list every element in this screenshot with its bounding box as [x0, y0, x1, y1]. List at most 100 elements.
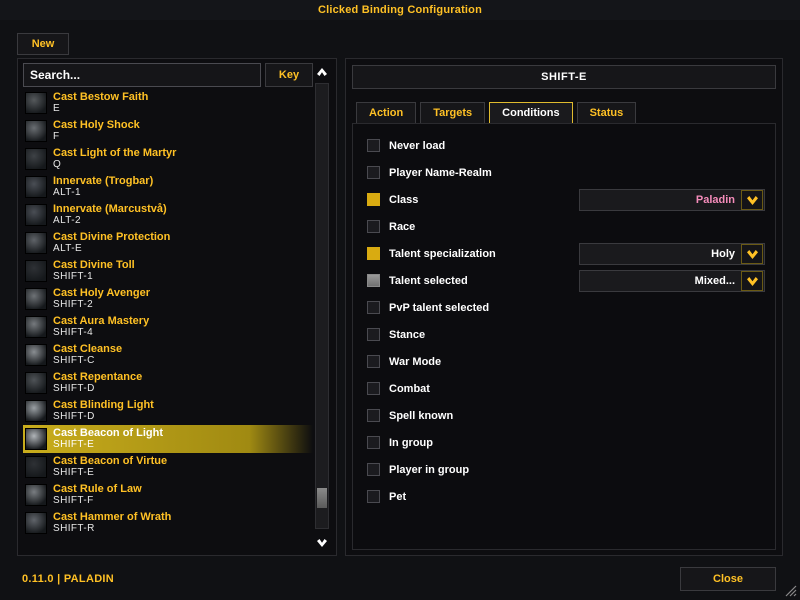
binding-row[interactable]: Cast Divine ProtectionALT-E — [23, 229, 313, 257]
binding-row[interactable]: Cast Holy AvengerSHIFT-2 — [23, 285, 313, 313]
binding-name: Cast Beacon of Light — [53, 428, 163, 440]
condition-row: Race — [353, 213, 777, 240]
condition-label: Combat — [389, 383, 430, 395]
condition-label: War Mode — [389, 356, 441, 368]
tab-conditions[interactable]: Conditions — [489, 102, 572, 124]
tab-label: Conditions — [502, 107, 559, 119]
dropdown-value: Holy — [711, 248, 735, 260]
checkbox-in-group[interactable] — [367, 436, 380, 449]
binding-keybind: SHIFT-E — [53, 440, 163, 451]
condition-row: Player Name-Realm — [353, 159, 777, 186]
checkbox-player-in-group[interactable] — [367, 463, 380, 476]
binding-row-selected[interactable]: Cast Beacon of LightSHIFT-E — [23, 425, 313, 453]
checkbox-stance[interactable] — [367, 328, 380, 341]
binding-row[interactable]: Cast Beacon of VirtueSHIFT-E — [23, 453, 313, 481]
binding-name: Cast Hammer of Wrath — [53, 512, 171, 524]
checkbox-never-load[interactable] — [367, 139, 380, 152]
spell-icon-unknown — [25, 456, 47, 478]
binding-row[interactable]: Cast RepentanceSHIFT-D — [23, 369, 313, 397]
scrollbar-thumb[interactable] — [317, 488, 327, 508]
chevron-down-icon — [746, 249, 759, 259]
condition-row: Stance — [353, 321, 777, 348]
bindings-list[interactable]: Cast Bestow FaithECast Holy ShockFCast L… — [23, 89, 313, 551]
binding-row[interactable]: Cast Bestow FaithE — [23, 89, 313, 117]
condition-label: Player Name-Realm — [389, 167, 492, 179]
binding-keybind: Q — [53, 160, 176, 171]
dropdown-talent-specialization[interactable]: Holy — [579, 243, 765, 265]
chevron-down-icon — [316, 538, 328, 547]
checkbox-player-name-realm[interactable] — [367, 166, 380, 179]
checkbox-pet[interactable] — [367, 490, 380, 503]
checkbox-spell-known[interactable] — [367, 409, 380, 422]
dropdown-toggle[interactable] — [741, 271, 763, 291]
binding-keybind: SHIFT-F — [53, 496, 142, 507]
binding-row[interactable]: Cast Aura MasterySHIFT-4 — [23, 313, 313, 341]
checkbox-class[interactable] — [367, 193, 380, 206]
spell-icon-divine-protection — [25, 232, 47, 254]
spell-icon-unknown — [25, 260, 47, 282]
checkbox-pvp-talent-selected[interactable] — [367, 301, 380, 314]
dropdown-toggle[interactable] — [741, 244, 763, 264]
spell-icon-repentance — [25, 372, 47, 394]
condition-label: Never load — [389, 140, 445, 152]
dropdown-toggle[interactable] — [741, 190, 763, 210]
condition-label: Talent selected — [389, 275, 468, 287]
binding-row[interactable]: Cast Light of the MartyrQ — [23, 145, 313, 173]
conditions-tab-panel: Never loadPlayer Name-RealmClassPaladinR… — [352, 123, 776, 550]
condition-row: Spell known — [353, 402, 777, 429]
window-titlebar: Clicked Binding Configuration — [0, 0, 800, 20]
scroll-down-button[interactable] — [313, 533, 331, 551]
binding-keybind: F — [53, 132, 140, 143]
condition-row: In group — [353, 429, 777, 456]
binding-name: Cast Cleanse — [53, 344, 122, 356]
binding-keybind: SHIFT-2 — [53, 300, 150, 311]
resize-grip-icon[interactable] — [783, 583, 797, 597]
checkbox-talent-selected[interactable] — [367, 274, 380, 287]
search-row: Key — [23, 63, 313, 87]
binding-row[interactable]: Cast Hammer of WrathSHIFT-R — [23, 509, 313, 537]
close-button[interactable]: Close — [680, 567, 776, 591]
binding-key-header: SHIFT-E — [352, 65, 776, 89]
checkbox-war-mode[interactable] — [367, 355, 380, 368]
binding-row[interactable]: Cast Rule of LawSHIFT-F — [23, 481, 313, 509]
bindings-scrollbar[interactable] — [313, 63, 331, 551]
tab-label: Status — [590, 107, 624, 119]
condition-row: Combat — [353, 375, 777, 402]
binding-name: Innervate (Marcustvå) — [53, 204, 167, 216]
detail-tab-strip[interactable]: Action Targets Conditions Status — [356, 102, 636, 124]
checkbox-race[interactable] — [367, 220, 380, 233]
spell-icon-hammer-of-wrath — [25, 512, 47, 534]
condition-label: In group — [389, 437, 433, 449]
binding-row[interactable]: Cast Holy ShockF — [23, 117, 313, 145]
checkbox-talent-specialization[interactable] — [367, 247, 380, 260]
binding-row[interactable]: Cast Divine TollSHIFT-1 — [23, 257, 313, 285]
dropdown-talent-selected[interactable]: Mixed... — [579, 270, 765, 292]
binding-key-label: SHIFT-E — [541, 71, 587, 83]
tab-label: Targets — [433, 107, 472, 119]
tab-targets[interactable]: Targets — [420, 102, 485, 124]
binding-keybind: E — [53, 104, 148, 115]
dropdown-class[interactable]: Paladin — [579, 189, 765, 211]
page-title: Clicked Binding Configuration — [318, 4, 482, 16]
binding-keybind: SHIFT-E — [53, 468, 167, 479]
binding-row[interactable]: Innervate (Marcustvå)ALT-2 — [23, 201, 313, 229]
tab-action[interactable]: Action — [356, 102, 416, 124]
spell-icon-bestow-faith — [25, 92, 47, 114]
spell-icon-rule-of-law — [25, 484, 47, 506]
scrollbar-track[interactable] — [315, 83, 329, 529]
binding-keybind: SHIFT-D — [53, 412, 154, 423]
condition-row: Talent specializationHoly — [353, 240, 777, 267]
search-input[interactable] — [23, 63, 261, 87]
new-binding-button[interactable]: New — [17, 33, 69, 55]
condition-row: Player in group — [353, 456, 777, 483]
tab-status[interactable]: Status — [577, 102, 637, 124]
scroll-up-button[interactable] — [313, 63, 331, 81]
binding-row[interactable]: Innervate (Trogbar)ALT-1 — [23, 173, 313, 201]
binding-row[interactable]: Cast Blinding LightSHIFT-D — [23, 397, 313, 425]
spell-icon-light-of-the-martyr — [25, 148, 47, 170]
checkbox-combat[interactable] — [367, 382, 380, 395]
key-filter-button[interactable]: Key — [265, 63, 313, 87]
binding-row[interactable]: Cast CleanseSHIFT-C — [23, 341, 313, 369]
dropdown-value: Mixed... — [695, 275, 735, 287]
tab-label: Action — [369, 107, 403, 119]
